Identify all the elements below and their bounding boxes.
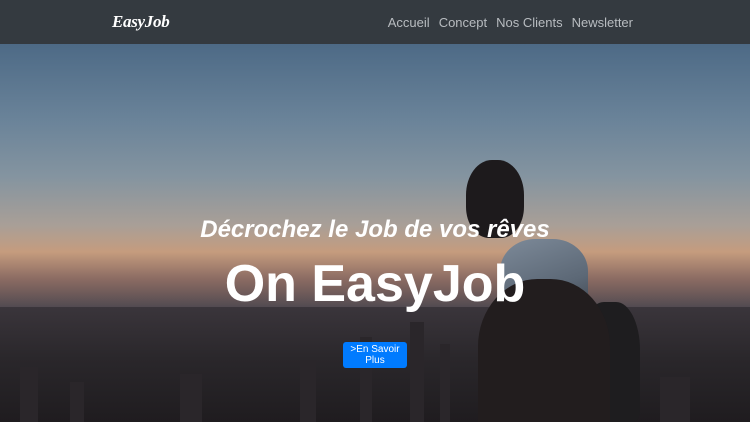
learn-more-button[interactable]: >En Savoir Plus [343,342,407,368]
hero-content: Décrochez le Job de vos rêves On EasyJob… [0,44,750,422]
hero-section: Décrochez le Job de vos rêves On EasyJob… [0,44,750,422]
nav-link-concept[interactable]: Concept [439,15,487,30]
nav-link-nos-clients[interactable]: Nos Clients [496,15,562,30]
brand-logo[interactable]: EasyJob [112,12,170,32]
nav-link-newsletter[interactable]: Newsletter [572,15,633,30]
hero-title: On EasyJob [224,255,526,313]
hero-subtitle: Décrochez le Job de vos rêves [200,216,550,243]
nav-link-accueil[interactable]: Accueil [388,15,430,30]
navbar: EasyJob Accueil Concept Nos Clients News… [0,0,750,44]
nav-links: Accueil Concept Nos Clients Newsletter [388,15,633,30]
